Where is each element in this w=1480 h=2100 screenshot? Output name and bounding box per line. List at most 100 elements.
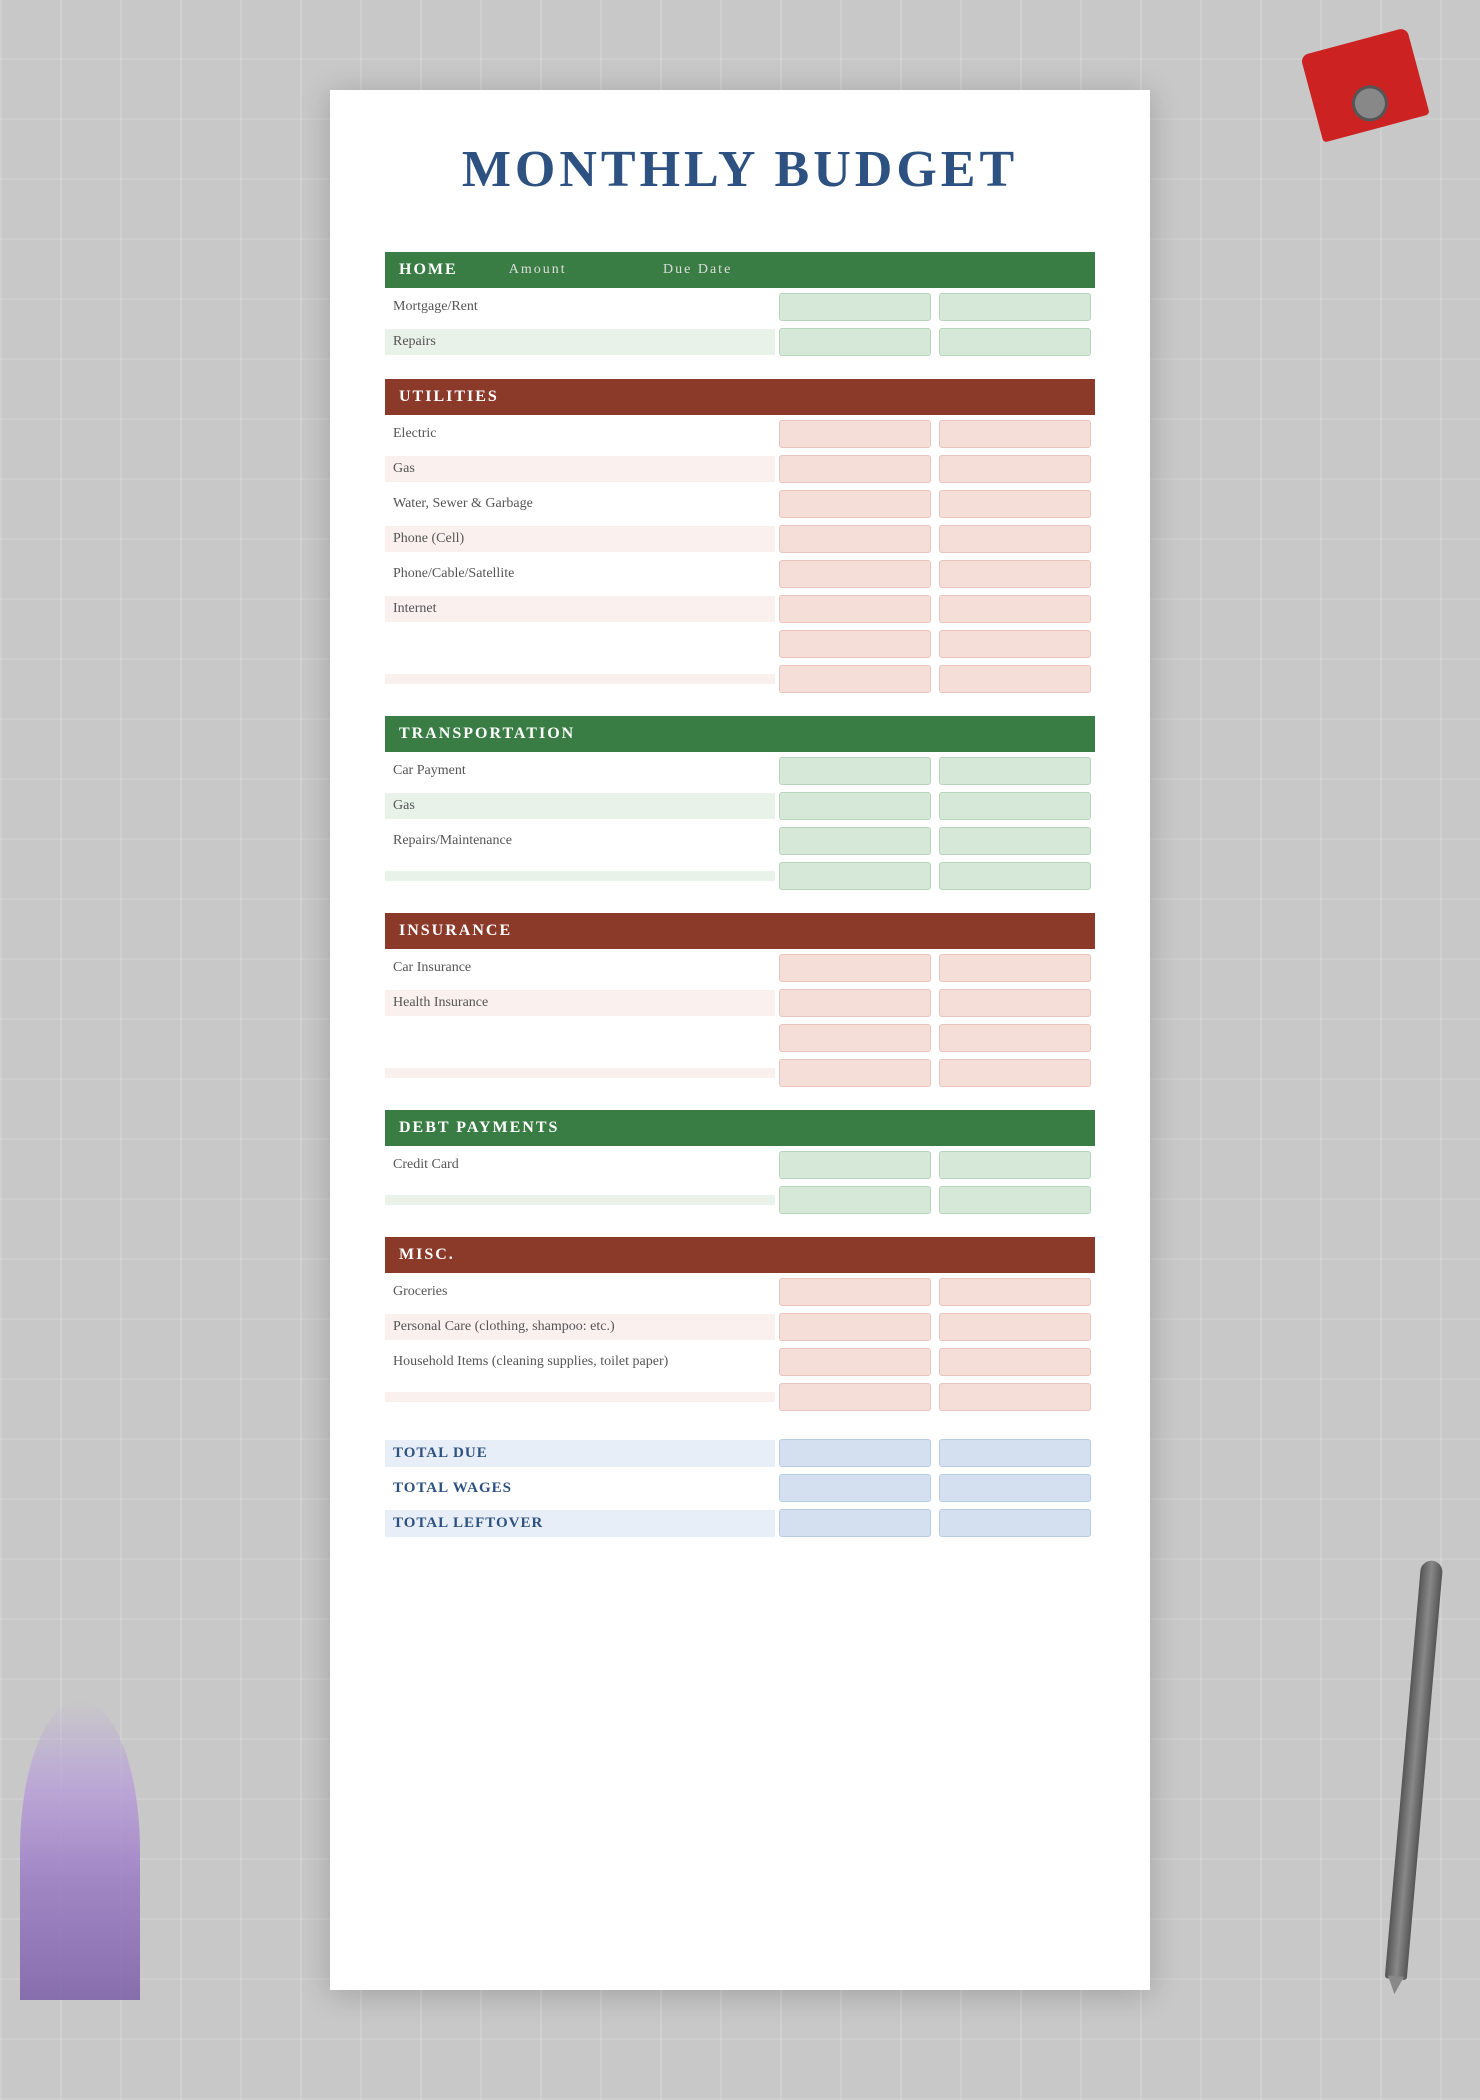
amount-input-debt-0[interactable] [779, 1151, 931, 1179]
row-label-utilities-3: Phone (Cell) [385, 526, 775, 552]
duedate-input-home-1[interactable] [939, 328, 1091, 356]
row-utilities-1: Gas [385, 453, 1095, 485]
duedate-input-utilities-1[interactable] [939, 455, 1091, 483]
row-insurance-2 [385, 1022, 1095, 1054]
amount-input-misc-2[interactable] [779, 1348, 931, 1376]
amount-input-insurance-0[interactable] [779, 954, 931, 982]
duedate-input-home-0[interactable] [939, 293, 1091, 321]
row-label-home-1: Repairs [385, 329, 775, 355]
total-row-1: TOTAL WAGES [385, 1472, 1095, 1504]
total-row-2: TOTAL LEFTOVER [385, 1507, 1095, 1539]
row-utilities-4: Phone/Cable/Satellite [385, 558, 1095, 590]
row-utilities-6 [385, 628, 1095, 660]
row-transportation-2: Repairs/Maintenance [385, 825, 1095, 857]
row-label-utilities-0: Electric [385, 421, 775, 447]
duedate-input-utilities-5[interactable] [939, 595, 1091, 623]
total-duedate-2[interactable] [939, 1509, 1091, 1537]
section-title-debt: DEBT PAYMENTS [399, 1119, 559, 1137]
amount-input-utilities-3[interactable] [779, 525, 931, 553]
amount-input-transportation-1[interactable] [779, 792, 931, 820]
row-label-utilities-2: Water, Sewer & Garbage [385, 491, 775, 517]
duedate-input-utilities-2[interactable] [939, 490, 1091, 518]
duedate-input-utilities-7[interactable] [939, 665, 1091, 693]
total-duedate-0[interactable] [939, 1439, 1091, 1467]
row-misc-2: Household Items (cleaning supplies, toil… [385, 1346, 1095, 1378]
duedate-input-debt-0[interactable] [939, 1151, 1091, 1179]
amount-input-utilities-7[interactable] [779, 665, 931, 693]
total-duedate-1[interactable] [939, 1474, 1091, 1502]
row-debt-1 [385, 1184, 1095, 1216]
amount-input-transportation-0[interactable] [779, 757, 931, 785]
total-row-0: TOTAL DUE [385, 1437, 1095, 1469]
duedate-input-misc-0[interactable] [939, 1278, 1091, 1306]
row-label-debt-0: Credit Card [385, 1152, 775, 1178]
row-insurance-3 [385, 1057, 1095, 1089]
amount-input-utilities-2[interactable] [779, 490, 931, 518]
amount-input-misc-0[interactable] [779, 1278, 931, 1306]
row-label-misc-3 [385, 1392, 775, 1402]
pencil-sharpener-decoration [1300, 27, 1430, 142]
amount-input-utilities-6[interactable] [779, 630, 931, 658]
row-label-transportation-2: Repairs/Maintenance [385, 828, 775, 854]
duedate-input-misc-1[interactable] [939, 1313, 1091, 1341]
row-utilities-0: Electric [385, 418, 1095, 450]
row-label-transportation-1: Gas [385, 793, 775, 819]
row-label-utilities-4: Phone/Cable/Satellite [385, 561, 775, 587]
amount-input-insurance-3[interactable] [779, 1059, 931, 1087]
total-amount-1[interactable] [779, 1474, 931, 1502]
duedate-input-debt-1[interactable] [939, 1186, 1091, 1214]
amount-input-insurance-1[interactable] [779, 989, 931, 1017]
row-utilities-3: Phone (Cell) [385, 523, 1095, 555]
section-title-insurance: INSURANCE [399, 922, 512, 940]
duedate-input-utilities-0[interactable] [939, 420, 1091, 448]
amount-input-misc-3[interactable] [779, 1383, 931, 1411]
duedate-input-transportation-3[interactable] [939, 862, 1091, 890]
duedate-input-utilities-4[interactable] [939, 560, 1091, 588]
duedate-input-insurance-1[interactable] [939, 989, 1091, 1017]
row-transportation-1: Gas [385, 790, 1095, 822]
amount-input-utilities-0[interactable] [779, 420, 931, 448]
amount-input-utilities-5[interactable] [779, 595, 931, 623]
duedate-input-insurance-3[interactable] [939, 1059, 1091, 1087]
row-transportation-0: Car Payment [385, 755, 1095, 787]
row-label-utilities-6 [385, 639, 775, 649]
total-amount-0[interactable] [779, 1439, 931, 1467]
row-label-debt-1 [385, 1195, 775, 1205]
section-title-utilities: UTILITIES [399, 388, 499, 406]
duedate-input-misc-3[interactable] [939, 1383, 1091, 1411]
row-insurance-0: Car Insurance [385, 952, 1095, 984]
duedate-input-transportation-1[interactable] [939, 792, 1091, 820]
section-header-utilities: UTILITIES [385, 379, 1095, 415]
duedate-input-utilities-6[interactable] [939, 630, 1091, 658]
row-label-utilities-7 [385, 674, 775, 684]
duedate-input-insurance-2[interactable] [939, 1024, 1091, 1052]
row-utilities-7 [385, 663, 1095, 695]
amount-input-home-0[interactable] [779, 293, 931, 321]
row-misc-3 [385, 1381, 1095, 1413]
amount-input-misc-1[interactable] [779, 1313, 931, 1341]
total-amount-2[interactable] [779, 1509, 931, 1537]
row-label-insurance-3 [385, 1068, 775, 1078]
duedate-input-insurance-0[interactable] [939, 954, 1091, 982]
row-label-utilities-1: Gas [385, 456, 775, 482]
budget-document: MONTHLY BUDGET HOMEAmountDue DateMortgag… [330, 90, 1150, 1990]
section-title-home: HOME [399, 261, 458, 279]
duedate-input-utilities-3[interactable] [939, 525, 1091, 553]
amount-input-home-1[interactable] [779, 328, 931, 356]
amount-input-transportation-3[interactable] [779, 862, 931, 890]
row-home-1: Repairs [385, 326, 1095, 358]
row-label-transportation-3 [385, 871, 775, 881]
duedate-input-transportation-0[interactable] [939, 757, 1091, 785]
section-header-home: HOMEAmountDue Date [385, 252, 1095, 288]
row-insurance-1: Health Insurance [385, 987, 1095, 1019]
amount-input-utilities-1[interactable] [779, 455, 931, 483]
amount-input-transportation-2[interactable] [779, 827, 931, 855]
amount-input-debt-1[interactable] [779, 1186, 931, 1214]
duedate-input-misc-2[interactable] [939, 1348, 1091, 1376]
amount-input-insurance-2[interactable] [779, 1024, 931, 1052]
section-header-transportation: TRANSPORTATION [385, 716, 1095, 752]
col-header-amount: Amount [462, 262, 614, 278]
duedate-input-transportation-2[interactable] [939, 827, 1091, 855]
section-header-insurance: INSURANCE [385, 913, 1095, 949]
amount-input-utilities-4[interactable] [779, 560, 931, 588]
